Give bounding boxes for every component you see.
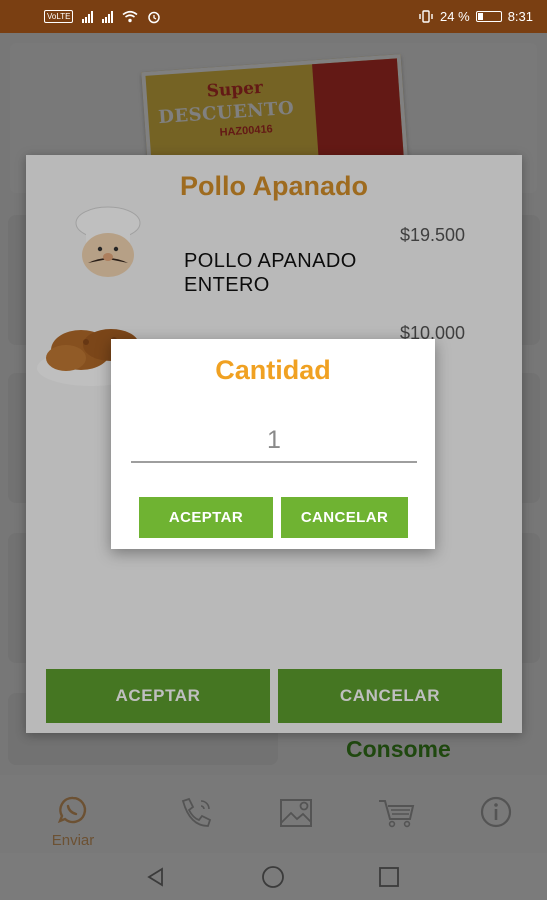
status-bar: VoLTE 24 % 8:31 — [0, 0, 547, 33]
battery-level — [477, 13, 483, 20]
screen: VoLTE 24 % 8:31 Super DESCUENTO HAZ00416 — [0, 0, 547, 900]
signal-icon — [82, 10, 94, 23]
quantity-dialog-title: Cantidad — [215, 355, 331, 385]
clock: 8:31 — [507, 9, 533, 24]
alarm-icon — [148, 11, 161, 23]
quantity-dialog-actions: ACEPTAR CANCELAR — [139, 497, 408, 538]
quantity-input[interactable] — [131, 419, 417, 463]
wifi-icon — [122, 10, 138, 23]
signal-icon — [102, 10, 114, 23]
battery-percent: 24 % — [440, 9, 470, 24]
quantity-accept-button[interactable]: ACEPTAR — [139, 497, 273, 538]
quantity-cancel-button[interactable]: CANCELAR — [281, 497, 408, 538]
battery-icon — [475, 11, 502, 22]
volte-badge: VoLTE — [44, 10, 74, 23]
vibrate-icon — [419, 10, 433, 23]
quantity-dialog: Cantidad ACEPTAR CANCELAR — [111, 339, 435, 549]
